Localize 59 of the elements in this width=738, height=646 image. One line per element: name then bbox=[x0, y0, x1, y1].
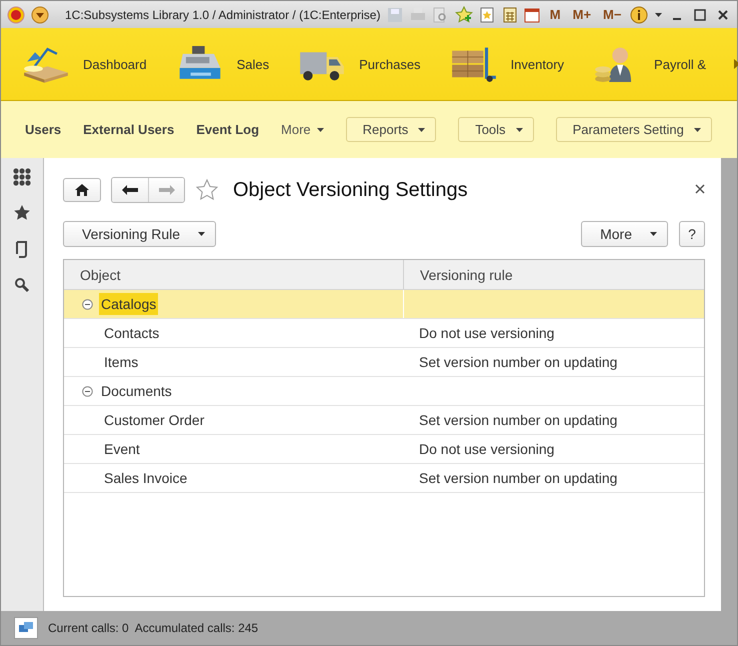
section-link[interactable]: Inventory bbox=[448, 44, 564, 84]
rule-cell-text: Do not use versioning bbox=[418, 324, 556, 343]
object-cell-text: Documents bbox=[100, 382, 173, 401]
back-arrow-icon bbox=[122, 185, 138, 195]
caret-icon bbox=[655, 12, 662, 16]
object-cell-text: Event bbox=[103, 440, 141, 459]
section-link[interactable]: Dashboard bbox=[21, 44, 147, 84]
favorite-star-icon[interactable] bbox=[195, 178, 219, 202]
collapse-toggle[interactable] bbox=[82, 298, 93, 310]
calculator-icon[interactable] bbox=[501, 4, 518, 24]
object-cell-text: Customer Order bbox=[103, 411, 206, 430]
forward-arrow-icon bbox=[158, 185, 174, 195]
subnav-link[interactable]: External Users bbox=[83, 122, 174, 137]
section-link[interactable]: Payroll & bbox=[592, 44, 706, 84]
caret-icon bbox=[694, 128, 701, 132]
menu-button[interactable]: Tools bbox=[458, 117, 534, 142]
subnav-link[interactable]: Event Log bbox=[196, 122, 260, 137]
subnav-link[interactable]: Users bbox=[25, 122, 62, 137]
collapse-toggle[interactable] bbox=[82, 386, 93, 396]
section-link[interactable]: Sales bbox=[174, 44, 270, 84]
menu-button[interactable]: Reports bbox=[346, 117, 436, 142]
column-header[interactable]: Object bbox=[64, 260, 403, 289]
rule-cell-text: Set version number on updating bbox=[418, 353, 618, 372]
object-cell: Catalogs bbox=[99, 293, 158, 315]
caret-icon bbox=[418, 128, 426, 132]
network-computers-icon[interactable] bbox=[14, 617, 38, 639]
sections-grid-icon[interactable] bbox=[11, 166, 33, 188]
table-row[interactable]: Catalogs bbox=[64, 290, 704, 319]
caret-icon bbox=[516, 128, 523, 132]
section-link[interactable]: Purchases bbox=[297, 44, 421, 84]
status-text: Current calls: 0 Accumulated calls: 245 bbox=[48, 621, 258, 635]
caret-icon bbox=[650, 232, 657, 236]
home-button[interactable] bbox=[63, 178, 101, 202]
home-icon bbox=[75, 184, 89, 196]
memory-button[interactable]: M− bbox=[600, 7, 624, 22]
window-title: 1C:Subsystems Library 1.0 / Administrator / (1C:Enterprise) bbox=[65, 8, 380, 22]
versioning-rule-button[interactable]: Versioning Rule bbox=[63, 221, 216, 247]
memory-button[interactable]: M+ bbox=[570, 7, 594, 22]
more-menu[interactable]: More bbox=[281, 122, 324, 137]
object-cell-text: Sales Invoice bbox=[103, 469, 188, 488]
rule-cell-text: Do not use versioning bbox=[418, 440, 556, 459]
main-menu-button[interactable] bbox=[31, 4, 49, 24]
memory-button[interactable]: M bbox=[546, 7, 564, 22]
more-button[interactable]: More bbox=[581, 221, 668, 247]
back-button[interactable] bbox=[112, 178, 148, 202]
object-cell-text: Items bbox=[103, 353, 140, 372]
menu-button[interactable]: Parameters Setting bbox=[556, 117, 712, 142]
object-cell-text: Contacts bbox=[103, 324, 160, 343]
caret-icon bbox=[316, 128, 324, 132]
column-header[interactable]: Versioning rule bbox=[403, 260, 704, 289]
rule-cell-text: Set version number on updating bbox=[418, 469, 618, 488]
add-favorite-icon[interactable] bbox=[454, 4, 473, 24]
help-button[interactable]: ? bbox=[679, 221, 705, 247]
app-logo-icon[interactable] bbox=[7, 4, 25, 24]
info-icon[interactable] bbox=[630, 4, 648, 24]
favorites-icon[interactable] bbox=[478, 4, 496, 24]
rule-cell-text: Set version number on updating bbox=[418, 411, 618, 430]
form-title: Object Versioning Settings bbox=[233, 178, 469, 202]
caret-icon bbox=[198, 232, 206, 236]
